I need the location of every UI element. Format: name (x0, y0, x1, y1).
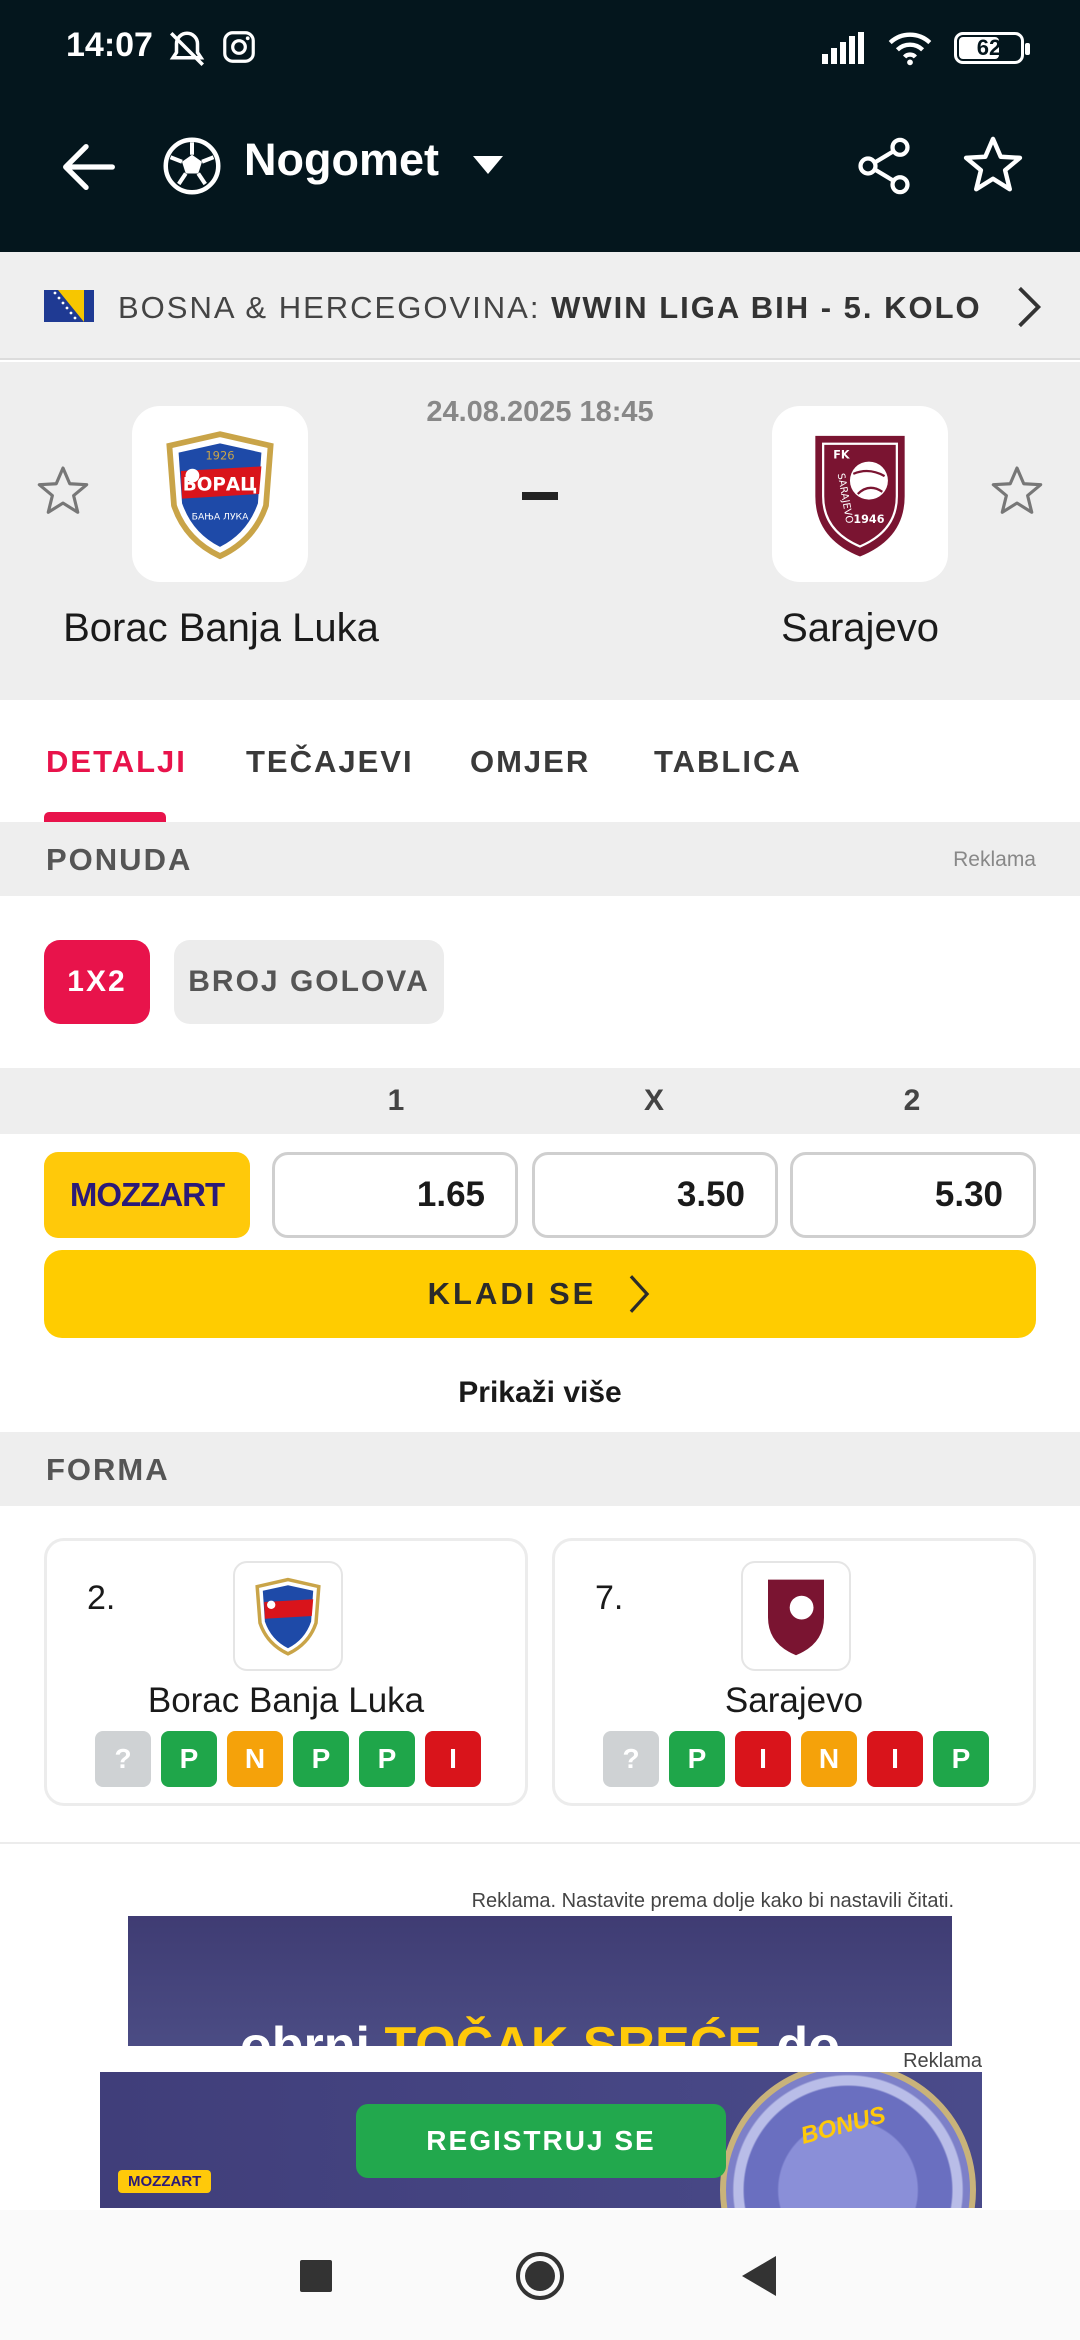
away-crest-fk: FK (833, 448, 850, 461)
ad-banner-wheel[interactable]: obrni TOČAK SREĆE do (128, 1916, 952, 2046)
share-icon[interactable] (852, 134, 916, 198)
home-form-card[interactable]: 2. Borac Banja Luka ? P N P P I (44, 1538, 528, 1806)
ad-label-2-row: Reklama (100, 2046, 982, 2074)
league-name: BOSNA & HERCEGOVINA: WWIN LIGA BIH - 5. … (118, 290, 982, 326)
instagram-icon (223, 31, 255, 63)
chevron-right-icon[interactable] (1014, 284, 1044, 330)
score-dash (522, 492, 558, 500)
home-circle-icon[interactable] (514, 2250, 566, 2302)
odd-button-2[interactable]: 5.30 (790, 1152, 1036, 1238)
status-bar: 14:07 62 (0, 0, 1080, 95)
form-badge: P (933, 1731, 989, 1787)
dropdown-caret-icon[interactable] (470, 150, 506, 180)
form-badge: I (867, 1731, 923, 1787)
form-badge: I (425, 1731, 481, 1787)
home-team-logo[interactable]: БОРАЦ 1926 БАЊА ЛУКА (132, 406, 308, 582)
form-badge: N (801, 1731, 857, 1787)
form-badge: ? (603, 1731, 659, 1787)
match-header: 24.08.2025 18:45 БОРАЦ 1926 БАЊА ЛУКА FK… (0, 362, 1080, 700)
system-nav-bar (0, 2210, 1080, 2340)
home-team-favorite-icon[interactable] (34, 462, 92, 520)
form-badge: P (293, 1731, 349, 1787)
ad-banner-register[interactable]: BONUS REGISTRUJ SE MOZZART (100, 2072, 982, 2208)
fortune-wheel-graphic (720, 2072, 976, 2208)
bet-button[interactable]: KLADI SE (44, 1250, 1036, 1338)
home-form-logo (233, 1561, 343, 1671)
sport-title[interactable]: Nogomet (244, 134, 439, 186)
tab-detalji[interactable]: DETALJI (46, 744, 187, 780)
ad-brand: MOZZART (118, 2170, 212, 2193)
back-triangle-icon[interactable] (742, 2256, 776, 2296)
odds-header: 1 X 2 (0, 1068, 1080, 1134)
form-badge: N (227, 1731, 283, 1787)
tab-tablica[interactable]: TABLICA (654, 744, 802, 780)
chevron-right-icon (630, 1275, 650, 1313)
away-team-favorite-icon[interactable] (988, 462, 1046, 520)
league-row[interactable]: BOSNA & HERCEGOVINA: WWIN LIGA BIH - 5. … (0, 252, 1080, 360)
form-badge: P (161, 1731, 217, 1787)
offer-section-header: PONUDA Reklama (0, 822, 1080, 896)
tab-bar: DETALJI TEČAJEVI OMJER TABLICA (0, 700, 1080, 822)
away-form-card[interactable]: 7. Sarajevo ? P I N I P (552, 1538, 1036, 1806)
away-form-team-name: Sarajevo (724, 1681, 864, 1720)
bell-off-icon (169, 31, 205, 66)
ad-label-2: Reklama (903, 2050, 982, 2072)
football-icon (163, 137, 221, 195)
home-team-name[interactable]: Borac Banja Luka (40, 606, 402, 651)
form-section-header: FORMA (0, 1432, 1080, 1506)
offer-title: PONUDA (46, 842, 193, 877)
chip-broj-golova[interactable]: BROJ GOLOVA (174, 940, 444, 1024)
odd-button-x[interactable]: 3.50 (532, 1152, 778, 1238)
away-form-logo (741, 1561, 851, 1671)
wifi-icon (888, 32, 932, 66)
tab-tecajevi[interactable]: TEČAJEVI (246, 744, 414, 780)
odds-col-1: 1 (387, 1084, 405, 1117)
league-competition: WWIN LIGA BIH - 5. KOLO (551, 290, 982, 325)
away-team-name[interactable]: Sarajevo (740, 606, 980, 651)
away-team-logo[interactable]: FK SARAJEVO 1946 (772, 406, 948, 582)
away-rank: 7. (595, 1579, 624, 1617)
battery-icon: 62 (954, 32, 1030, 64)
home-form-results: ? P N P P I (95, 1731, 481, 1787)
borac-crest: БОРАЦ 1926 БАЊА ЛУКА (166, 431, 274, 560)
status-time: 14:07 (66, 26, 153, 64)
signal-icon (822, 32, 864, 64)
tab-omjer[interactable]: OMJER (470, 744, 590, 780)
home-crest-year: 1926 (205, 449, 234, 463)
form-badge: ? (95, 1731, 151, 1787)
odds-col-x: X (643, 1084, 664, 1117)
show-more-link[interactable]: Prikaži više (0, 1376, 1080, 1410)
odds-col-2: 2 (903, 1084, 921, 1117)
bet-button-label: KLADI SE (427, 1276, 597, 1311)
sarajevo-crest: FK SARAJEVO 1946 (815, 435, 905, 557)
bosnia-flag-icon (44, 290, 94, 322)
back-arrow-icon[interactable] (54, 132, 124, 202)
home-rank: 2. (87, 1579, 116, 1617)
home-crest-city: БАЊА ЛУКА (192, 511, 249, 522)
register-button[interactable]: REGISTRUJ SE (356, 2104, 726, 2178)
divider (0, 1842, 1080, 1844)
sarajevo-crest-small (768, 1579, 824, 1656)
recents-square-icon[interactable] (300, 2260, 332, 2292)
odd-button-1[interactable]: 1.65 (272, 1152, 518, 1238)
form-badge: P (359, 1731, 415, 1787)
ad-banner-text: obrni TOČAK SREĆE do (240, 2017, 840, 2046)
form-badge: I (735, 1731, 791, 1787)
chip-1x2[interactable]: 1X2 (44, 940, 150, 1024)
form-badge: P (669, 1731, 725, 1787)
home-form-team-name: Borac Banja Luka (147, 1681, 425, 1720)
active-tab-indicator (44, 812, 166, 822)
league-country: BOSNA & HERCEGOVINA: (118, 290, 541, 325)
ad-note: Reklama. Nastavite prema dolje kako bi n… (471, 1890, 954, 1912)
battery-level: 62 (976, 35, 1002, 60)
header: 14:07 62 Nogomet (0, 0, 1080, 252)
ad-label: Reklama (953, 848, 1036, 871)
mozzart-logo[interactable]: MOZZART (44, 1152, 250, 1238)
form-title: FORMA (46, 1452, 170, 1487)
away-crest-year: 1946 (853, 513, 884, 526)
favorite-star-icon[interactable] (960, 132, 1026, 198)
borac-crest-small (255, 1577, 321, 1656)
away-form-results: ? P I N I P (603, 1731, 989, 1787)
app-bar: Nogomet (0, 110, 1080, 220)
